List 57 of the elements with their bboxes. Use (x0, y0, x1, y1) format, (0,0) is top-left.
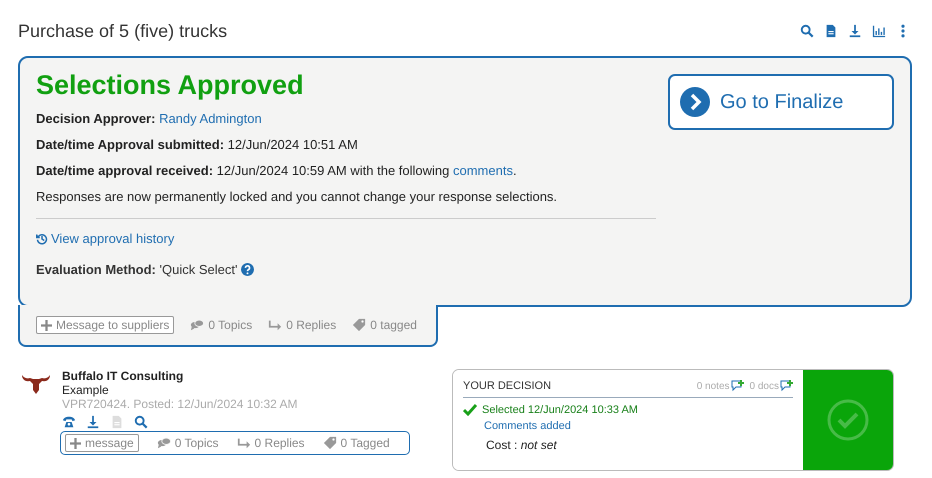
stat-label: 0 Replies (268, 318, 336, 332)
cost-value: Cost : not set (486, 438, 558, 452)
bull-logo-icon (20, 373, 52, 395)
download-icon (848, 24, 862, 38)
decision-heading: YOUR DECISION (463, 380, 552, 392)
stat-label: 0 Replies (236, 436, 305, 450)
history-link[interactable]: View approval history (36, 231, 174, 246)
message-button[interactable]: message (65, 434, 139, 452)
toolbar-button[interactable] (824, 24, 838, 38)
decision-status: Selected 12/Jun/2024 10:33 AM (482, 404, 638, 416)
detail-link[interactable]: comments (453, 163, 513, 178)
reply-arrow-icon (236, 436, 251, 450)
supplier-meta: VPR720424. Posted: 12/Jun/2024 10:32 AM (62, 397, 299, 411)
toolbar-button[interactable] (848, 24, 862, 38)
help-icon[interactable] (241, 262, 254, 276)
check-circle-icon (827, 399, 869, 441)
supplier-subtitle: Example (62, 383, 110, 397)
check-icon (463, 404, 477, 416)
search-icon (134, 415, 148, 429)
approval-detail: Responses are now permanently locked and you cannot change your response selections. (36, 189, 558, 204)
tag-icon (322, 436, 337, 450)
plus-icon (41, 320, 52, 330)
speech-bubbles-icon (190, 318, 204, 332)
stat-label: 0 Tagged (322, 436, 390, 450)
speech-bubbles-icon (156, 436, 171, 450)
reply-arrow-icon (268, 318, 282, 332)
action-button[interactable] (86, 415, 100, 429)
toolbar-button[interactable] (872, 24, 886, 38)
message-button[interactable]: Message to suppliers (36, 316, 174, 334)
supplier-name: Buffalo IT Consulting (62, 369, 184, 383)
action-button[interactable] (134, 415, 148, 429)
toolbar-button[interactable] (800, 24, 814, 38)
download-icon (86, 415, 100, 429)
approval-detail: Date/time approval received: 12/Jun/2024 10:59 AM with the following comments. (36, 163, 518, 178)
stat-label: 0 tagged (352, 318, 417, 332)
search-icon (800, 24, 814, 38)
evaluation-method: Evaluation Method: 'Quick Select' (36, 262, 238, 276)
document-icon (824, 24, 838, 38)
approval-detail: Decision Approver: Randy Admington (36, 111, 263, 126)
approval-detail: Date/time Approval submitted: 12/Jun/2024 10:51 AM (36, 137, 359, 152)
plus-icon (70, 438, 81, 448)
finalize-button[interactable]: Go to Finalize (668, 74, 894, 130)
detail-link[interactable]: Randy Admington (159, 111, 262, 126)
status-heading: Selections Approved (36, 70, 305, 101)
tag-icon (352, 318, 366, 332)
chevron-icon (680, 87, 710, 117)
stat-label: 0 Topics (190, 318, 252, 332)
add-comment-icon (730, 380, 744, 392)
action-button[interactable] (62, 415, 76, 429)
stat-label: 0 Topics (156, 436, 219, 450)
phone-icon (62, 415, 76, 429)
chart-icon (872, 24, 886, 38)
add-comment-icon (780, 380, 793, 392)
history-icon (36, 232, 48, 244)
document-icon (110, 415, 124, 429)
page-title: Purchase of 5 (five) trucks (18, 20, 228, 42)
comments-link[interactable]: Comments added (484, 420, 793, 432)
